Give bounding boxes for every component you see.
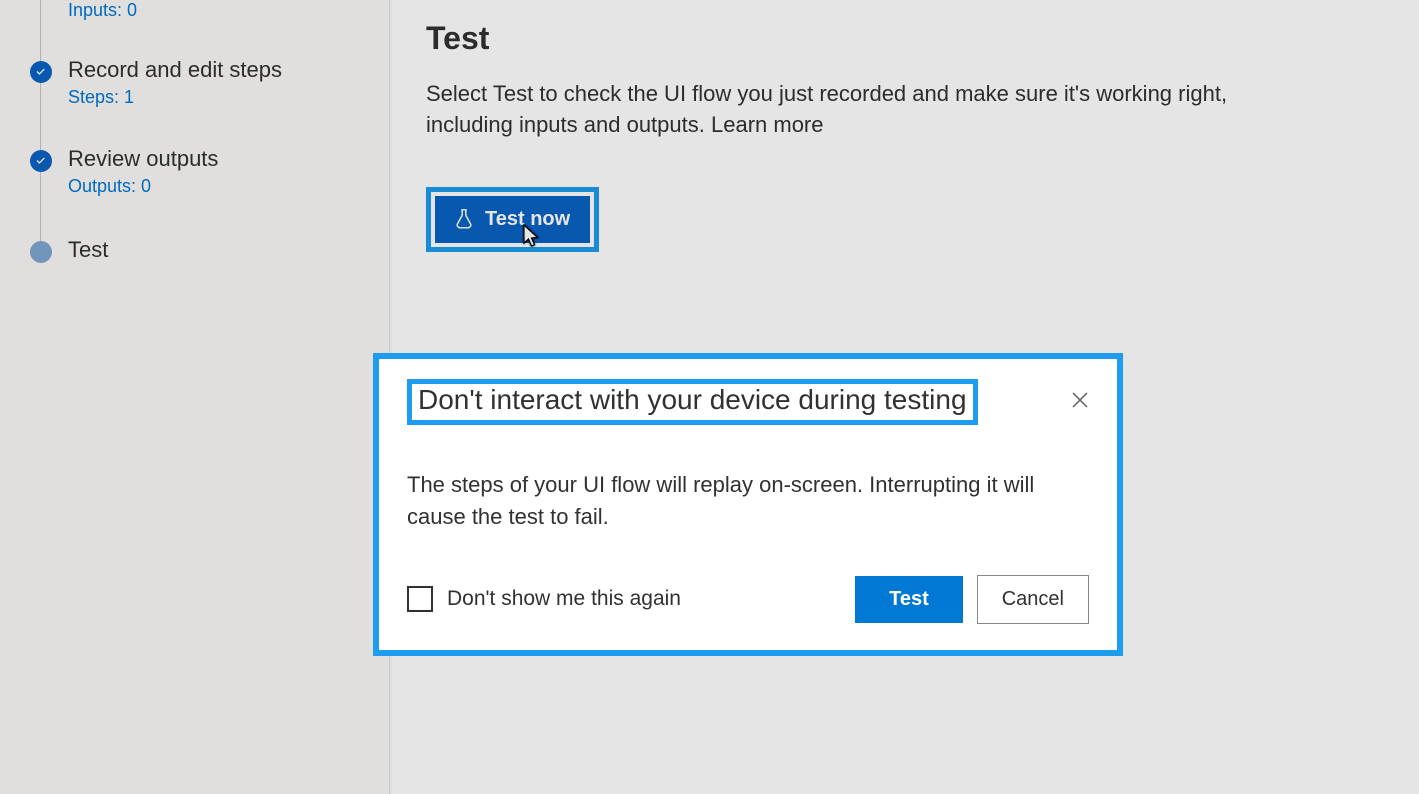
step-review-outputs[interactable]: Review outputs Outputs: 0 bbox=[0, 136, 389, 207]
check-icon bbox=[30, 61, 52, 83]
step-sub: Outputs: 0 bbox=[68, 176, 369, 197]
dialog-title-highlight: Don't interact with your device during t… bbox=[407, 379, 978, 425]
close-icon bbox=[1070, 390, 1090, 410]
step-setup-inputs[interactable]: Inputs: 0 bbox=[0, 0, 389, 31]
check-icon bbox=[30, 150, 52, 172]
dont-show-label: Don't show me this again bbox=[447, 587, 681, 611]
test-now-highlight: Test now bbox=[426, 187, 599, 252]
flask-icon bbox=[453, 208, 475, 230]
test-button[interactable]: Test bbox=[855, 576, 963, 623]
cancel-button[interactable]: Cancel bbox=[977, 575, 1089, 624]
dont-show-checkbox[interactable] bbox=[407, 586, 433, 612]
step-record[interactable]: Record and edit steps Steps: 1 bbox=[0, 47, 389, 118]
wizard-sidebar: Inputs: 0 Record and edit steps Steps: 1… bbox=[0, 0, 390, 794]
dialog-footer: Don't show me this again Test Cancel bbox=[407, 575, 1089, 624]
test-warning-dialog: Don't interact with your device during t… bbox=[373, 353, 1123, 656]
dialog-body: The steps of your UI flow will replay on… bbox=[407, 469, 1089, 533]
page-description: Select Test to check the UI flow you jus… bbox=[426, 79, 1246, 141]
step-sub: Inputs: 0 bbox=[68, 0, 369, 21]
step-title: Review outputs bbox=[68, 146, 369, 172]
step-test[interactable]: Test bbox=[0, 227, 389, 273]
test-now-label: Test now bbox=[485, 208, 570, 231]
step-title: Test bbox=[68, 237, 369, 263]
test-now-button[interactable]: Test now bbox=[435, 196, 590, 243]
current-step-icon bbox=[30, 241, 52, 263]
page-title: Test bbox=[426, 20, 1379, 57]
step-sub: Steps: 1 bbox=[68, 87, 369, 108]
stepper-line bbox=[40, 0, 41, 250]
step-title: Record and edit steps bbox=[68, 57, 369, 83]
close-button[interactable] bbox=[1063, 383, 1097, 417]
learn-more-link[interactable]: Learn more bbox=[711, 112, 824, 137]
dialog-title: Don't interact with your device during t… bbox=[418, 384, 967, 415]
